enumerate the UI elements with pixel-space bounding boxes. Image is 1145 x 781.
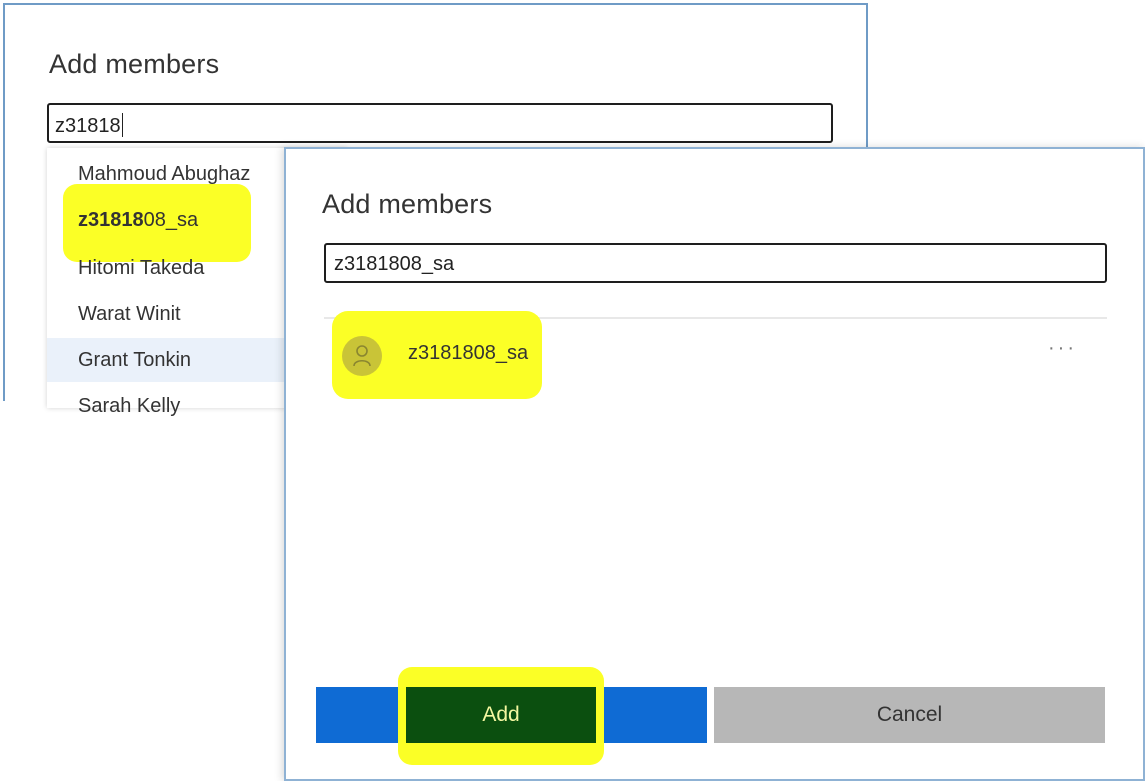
dialog-title: Add members	[49, 49, 220, 79]
suggestion-label: Grant Tonkin	[78, 349, 192, 371]
suggestion-match-rest: 08_sa	[143, 209, 199, 231]
more-options-icon[interactable]: ···	[1048, 337, 1077, 360]
person-icon	[342, 336, 382, 376]
add-members-dialog: Add members z3181808_sa z3181808_sa ··· …	[284, 147, 1145, 781]
suggestion-label: Mahmoud Abughaz	[78, 163, 251, 185]
dialog-title: Add members	[322, 189, 493, 219]
member-name: z3181808_sa	[408, 342, 529, 364]
add-button[interactable]: Add	[316, 667, 707, 765]
suggestion-label: Warat Winit	[78, 303, 181, 325]
suggestion-label: Sarah Kelly	[78, 395, 181, 417]
search-input[interactable]: z31818	[47, 103, 833, 143]
search-input-value: z31818	[55, 115, 121, 137]
suggestion-label: Hitomi Takeda	[78, 257, 205, 279]
suggestion-match-bold: z31818	[78, 209, 144, 231]
search-input[interactable]: z3181808_sa	[324, 243, 1107, 283]
add-button-label: Add	[482, 703, 520, 726]
text-caret	[121, 113, 123, 137]
cancel-button[interactable]: Cancel	[714, 687, 1105, 743]
member-row[interactable]: z3181808_sa ···	[324, 311, 1107, 399]
search-input-value: z3181808_sa	[334, 253, 455, 275]
